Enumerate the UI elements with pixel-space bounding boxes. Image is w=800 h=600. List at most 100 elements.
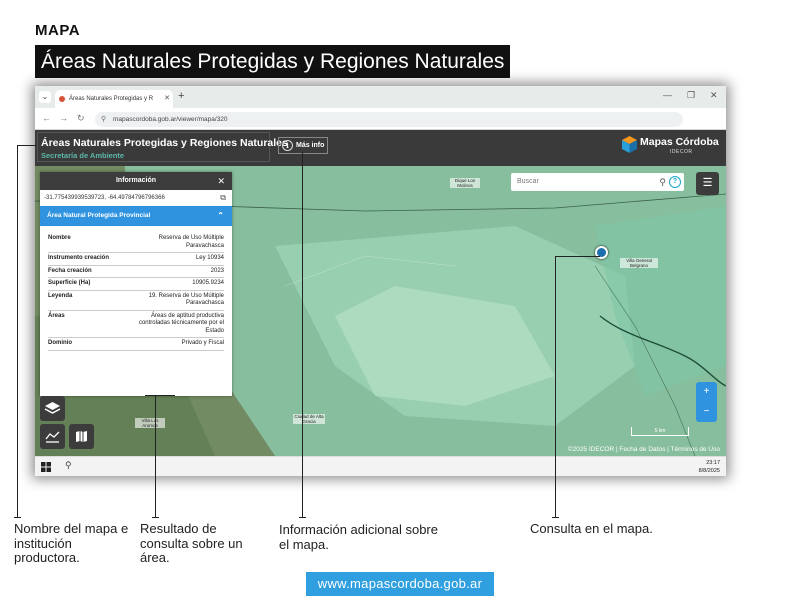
- os-taskbar: ⚲ 23:17 8/8/2025: [35, 456, 726, 476]
- location-pin-icon[interactable]: [595, 246, 608, 259]
- attribute-key: Leyenda: [48, 292, 73, 299]
- caption-map-name: Nombre del mapa e institución productora…: [14, 521, 129, 565]
- zoom-out-icon[interactable]: −: [696, 402, 717, 422]
- tab-title: Áreas Naturales Protegidas y R: [69, 96, 154, 102]
- basemap-button[interactable]: [69, 424, 94, 449]
- map-canvas[interactable]: Dique Los Molinos Villa General Belgrano…: [35, 166, 726, 456]
- attribute-value: Reserva de Uso Múltiple Paravachasca: [158, 235, 224, 249]
- info-panel-title: Información: [115, 177, 157, 184]
- callout-line: [555, 256, 600, 257]
- callout-line: [155, 395, 156, 518]
- info-panel-header: Información ✕: [40, 172, 232, 190]
- table-row: Superficie (Ha) 10905.9234: [48, 278, 224, 291]
- attribute-key: Nombre: [48, 235, 71, 241]
- logo-sub: IDECOR: [670, 149, 693, 155]
- maximize-icon[interactable]: ❐: [687, 90, 695, 101]
- close-window-icon[interactable]: ✕: [710, 90, 718, 101]
- forward-icon[interactable]: →: [59, 113, 68, 123]
- site-info-icon[interactable]: ⚲: [101, 112, 106, 127]
- table-row: Instrumento creación Ley 10934: [48, 253, 224, 266]
- attribute-value: 19. Reserva de Uso Múltiple Paravachasca: [148, 292, 224, 307]
- attribute-value: Áreas de aptitud productiva controladas …: [138, 312, 224, 334]
- footer-url[interactable]: www.mapascordoba.gob.ar: [306, 572, 494, 596]
- section-title: Área Natural Protegida Provincial: [47, 212, 151, 219]
- browser-tab-bar: ⌄ Áreas Naturales Protegidas y R ✕ + — ❐…: [35, 86, 726, 108]
- map-icon: [76, 431, 87, 442]
- info-icon: i: [282, 140, 293, 151]
- map-title: Áreas Naturales Protegidas y Regiones Na…: [41, 137, 288, 149]
- callout-line: [555, 256, 556, 518]
- more-info-button[interactable]: i Más info: [278, 137, 328, 154]
- copy-icon[interactable]: ⧉: [220, 190, 226, 206]
- attribute-key: Superficie (Ha): [48, 280, 91, 286]
- zoom-in-icon[interactable]: +: [696, 382, 717, 402]
- attribute-value: Privado y Fiscal: [181, 340, 224, 346]
- logo-icon: [622, 136, 637, 153]
- elevation-profile-icon: [45, 431, 60, 443]
- browser-tab[interactable]: Áreas Naturales Protegidas y R ✕: [55, 90, 173, 108]
- map-place-label: Villa Los Aromos: [135, 418, 165, 428]
- close-tab-icon[interactable]: ✕: [164, 90, 170, 108]
- logo-name: Mapas Córdoba: [640, 136, 719, 148]
- address-bar: ← → ↻ ⚲ mapascordoba.gob.ar/viewer/mapa/…: [35, 108, 726, 130]
- reload-icon[interactable]: ↻: [77, 113, 85, 124]
- callout-line: [17, 145, 18, 518]
- map-place-label: Ciudad de Alta Gracia: [293, 414, 325, 424]
- close-icon[interactable]: ✕: [217, 172, 225, 190]
- search-icon[interactable]: ⚲: [659, 173, 666, 191]
- coordinates: -31.775439939539723, -64.49784796796366: [44, 195, 165, 201]
- table-row: Nombre Reserva de Uso Múltiple Paravacha…: [48, 233, 224, 253]
- attribute-table: Nombre Reserva de Uso Múltiple Paravacha…: [48, 233, 224, 351]
- map-place-label: Villa General Belgrano: [620, 258, 658, 268]
- url-input[interactable]: ⚲ mapascordoba.gob.ar/viewer/mapa/320: [95, 112, 683, 127]
- taskbar-search-icon[interactable]: ⚲: [65, 460, 72, 471]
- app-header: Áreas Naturales Protegidas y Regiones Na…: [35, 130, 726, 166]
- info-panel: Información ✕ -31.775439939539723, -64.4…: [40, 172, 232, 396]
- section-header[interactable]: Área Natural Protegida Provincial ⌃: [40, 206, 232, 226]
- favicon-icon: [59, 96, 65, 102]
- mapas-cordoba-logo[interactable]: Mapas Córdoba IDECOR: [622, 135, 722, 161]
- table-row: Áreas Áreas de aptitud productiva contro…: [48, 311, 224, 338]
- table-row: Dominio Privado y Fiscal: [48, 338, 224, 351]
- attribute-key: Instrumento creación: [48, 255, 110, 261]
- url-text: mapascordoba.gob.ar/viewer/mapa/320: [113, 116, 228, 123]
- clock: 23:17 8/8/2025: [699, 459, 720, 475]
- clock-date: 8/8/2025: [698, 468, 720, 474]
- caption-map-query: Consulta en el mapa.: [530, 521, 653, 536]
- menu-icon[interactable]: ☰: [696, 172, 719, 195]
- page: MAPA Áreas Naturales Protegidas y Region…: [0, 0, 800, 600]
- map-attribution[interactable]: ©2025 IDECOR | Fecha de Datos | Términos…: [568, 446, 720, 453]
- more-info-label: Más info: [296, 142, 325, 149]
- map-title-box: Áreas Naturales Protegidas y Regiones Na…: [37, 132, 288, 162]
- scale-bar: 5 km: [631, 427, 689, 436]
- callout-line: [302, 152, 303, 518]
- search-placeholder: Buscar: [517, 178, 539, 185]
- minimize-icon[interactable]: —: [663, 90, 672, 100]
- caption-query-result: Resultado de consulta sobre un área.: [140, 521, 243, 565]
- callout-line: [152, 517, 159, 518]
- section-label: MAPA: [35, 22, 81, 39]
- table-row: Fecha creación 2023: [48, 266, 224, 278]
- attribute-key: Áreas: [48, 312, 65, 319]
- attribute-value: 2023: [210, 267, 224, 274]
- attribute-value: Ley 10934: [195, 255, 224, 261]
- attribute-value: 10905.9234: [192, 280, 224, 286]
- windows-icon[interactable]: [41, 462, 51, 472]
- map-place-label: Dique Los Molinos: [450, 178, 480, 188]
- callout-line: [299, 517, 306, 518]
- callout-line: [145, 395, 175, 396]
- attribute-key: Dominio: [48, 340, 72, 346]
- callout-line: [552, 517, 559, 518]
- layers-button[interactable]: [40, 396, 65, 421]
- zoom-control: + −: [696, 382, 717, 422]
- tab-search-icon[interactable]: ⌄: [39, 91, 51, 103]
- callout-line: [14, 517, 21, 518]
- search-input[interactable]: Buscar ⚲ ?: [511, 173, 684, 191]
- chevron-up-icon[interactable]: ⌃: [217, 206, 224, 226]
- back-icon[interactable]: ←: [42, 113, 51, 123]
- page-title: Áreas Naturales Protegidas y Regiones Na…: [35, 45, 511, 78]
- table-row: Leyenda 19. Reserva de Uso Múltiple Para…: [48, 291, 224, 311]
- profile-tool-button[interactable]: [40, 424, 65, 449]
- help-icon[interactable]: ?: [669, 176, 681, 188]
- new-tab-icon[interactable]: +: [178, 90, 184, 102]
